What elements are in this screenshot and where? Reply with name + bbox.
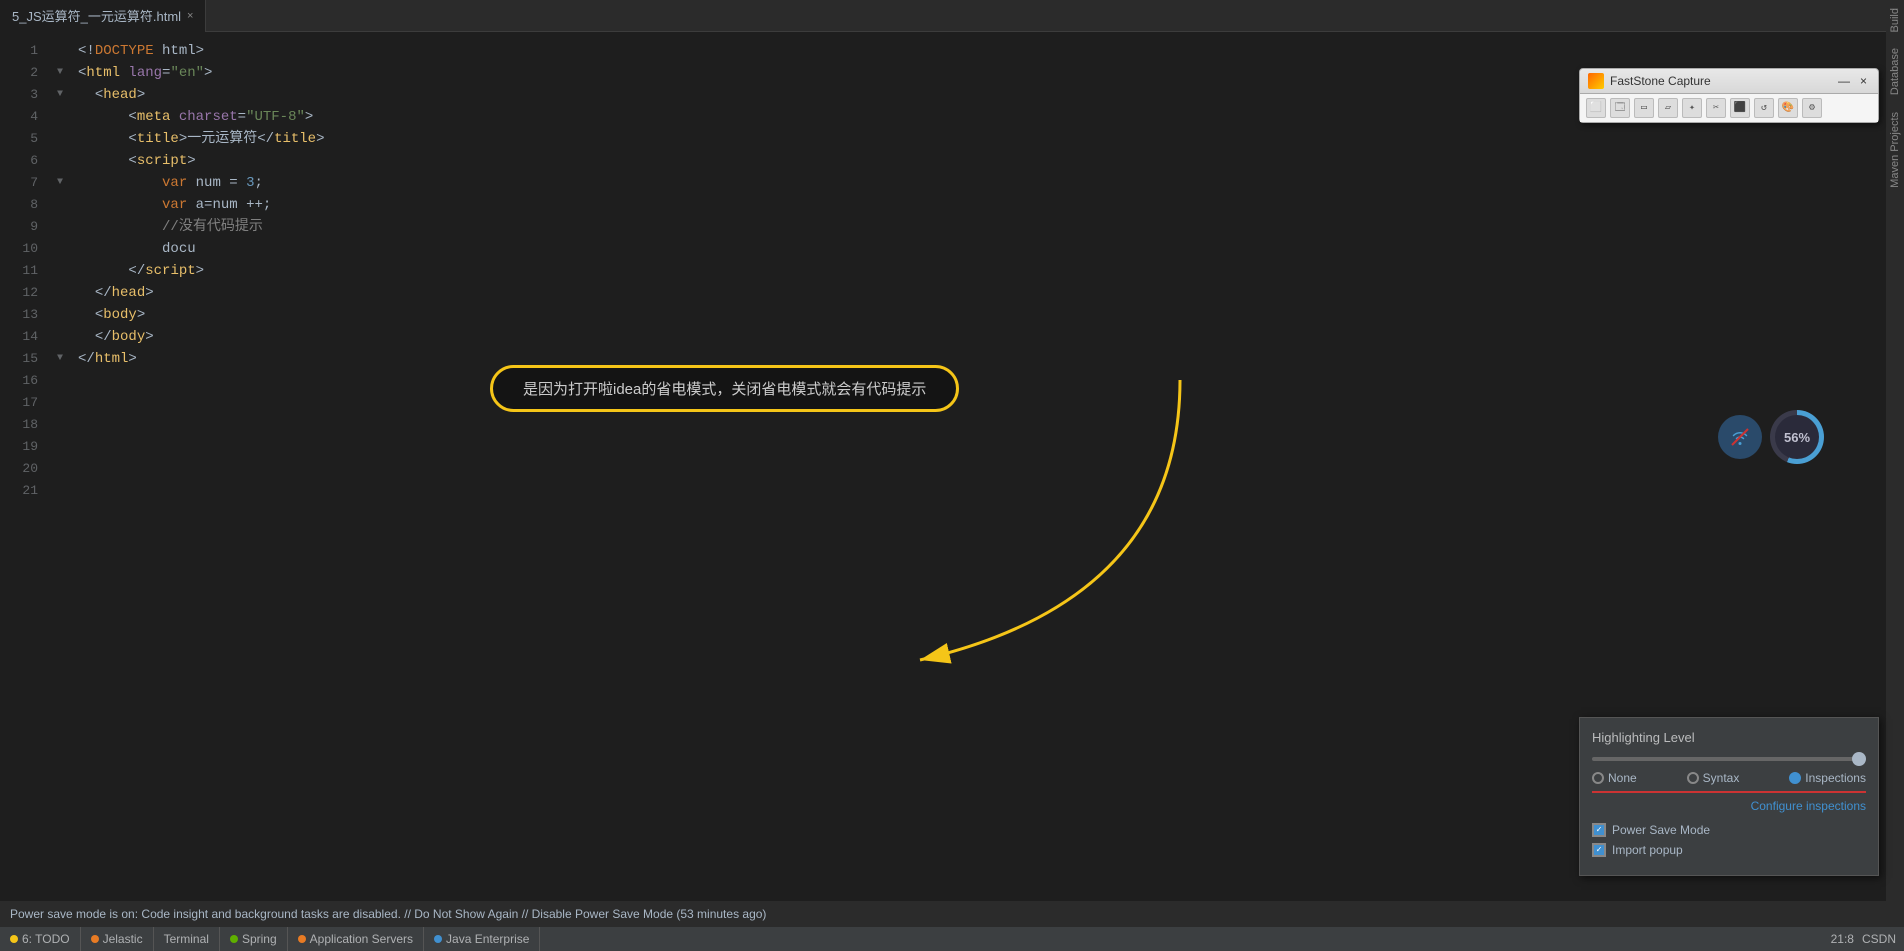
fs-tool-1[interactable]: ⬜: [1586, 98, 1606, 118]
status-terminal-label: Terminal: [164, 932, 209, 946]
status-right-area: 21:8 CSDN: [1831, 932, 1904, 946]
tab-label: 5_JS运算符_一元运算符.html: [12, 6, 181, 25]
code-line-21: </html>: [78, 348, 1886, 370]
import-popup-checkbox[interactable]: [1592, 843, 1606, 857]
fs-tool-9[interactable]: 🎨: [1778, 98, 1798, 118]
right-tab-build[interactable]: Build: [1887, 0, 1903, 40]
code-line-15: </script>: [78, 260, 1886, 282]
right-tab-maven[interactable]: Maven Projects: [1887, 104, 1903, 196]
slider-thumb[interactable]: [1852, 752, 1866, 766]
faststone-window: FastStone Capture — × ⬜ 🗔 ▭ ▱ ✦ ✂ ⬛ ↺ 🎨 …: [1579, 68, 1879, 123]
hl-inspections-radio[interactable]: [1789, 772, 1801, 784]
jelastic-dot: [91, 935, 99, 943]
code-line-10: var a=num ++;: [78, 194, 1886, 216]
java-enterprise-dot: [434, 935, 442, 943]
app-servers-dot: [298, 935, 306, 943]
fs-tool-5[interactable]: ✦: [1682, 98, 1702, 118]
fs-tool-2[interactable]: 🗔: [1610, 98, 1630, 118]
battery-percent: 56%: [1775, 415, 1819, 459]
fs-tool-6[interactable]: ✂: [1706, 98, 1726, 118]
cursor-position: 21:8: [1831, 932, 1854, 946]
annotation-bubble: 是因为打开啦idea的省电模式，关闭省电模式就会有代码提示: [490, 365, 959, 412]
status-spring[interactable]: Spring: [220, 927, 288, 951]
hl-none-label: None: [1608, 771, 1637, 785]
info-bar: Power save mode is on: Code insight and …: [0, 901, 1904, 927]
hl-syntax-radio[interactable]: [1687, 772, 1699, 784]
hl-none-option[interactable]: None: [1592, 771, 1637, 785]
status-java-enterprise[interactable]: Java Enterprise: [424, 927, 540, 951]
tab-bar: 5_JS运算符_一元运算符.html ×: [0, 0, 1886, 32]
status-todo-label: 6: TODO: [22, 932, 70, 946]
wifi-icon: [1718, 415, 1762, 459]
right-tab-database[interactable]: Database: [1887, 40, 1903, 103]
import-popup-label: Import popup: [1612, 843, 1683, 857]
fs-tool-4[interactable]: ▱: [1658, 98, 1678, 118]
code-line-5: <title>一元运算符</title>: [78, 128, 1886, 150]
hl-active-underline: [1592, 791, 1866, 793]
faststone-title-bar[interactable]: FastStone Capture — ×: [1580, 69, 1878, 94]
import-popup-row: Import popup: [1592, 843, 1866, 857]
tab-close-button[interactable]: ×: [187, 10, 193, 22]
configure-inspections-link[interactable]: Configure inspections: [1592, 799, 1866, 813]
status-app-servers-label: Application Servers: [310, 932, 413, 946]
hl-inspections-option[interactable]: Inspections: [1789, 771, 1866, 785]
power-save-checkbox[interactable]: [1592, 823, 1606, 837]
active-tab[interactable]: 5_JS运算符_一元运算符.html ×: [0, 0, 206, 32]
hl-syntax-option[interactable]: Syntax: [1687, 771, 1740, 785]
todo-dot: [10, 935, 18, 943]
faststone-minimize-button[interactable]: —: [1835, 74, 1853, 88]
highlighting-title: Highlighting Level: [1592, 730, 1866, 745]
power-save-row: Power Save Mode: [1592, 823, 1866, 837]
status-todo[interactable]: 6: TODO: [0, 927, 81, 951]
faststone-app-icon: [1588, 73, 1604, 89]
power-save-label: Power Save Mode: [1612, 823, 1710, 837]
code-line-20: </body>: [78, 326, 1886, 348]
code-line-18: <body>: [78, 304, 1886, 326]
battery-indicator: 56%: [1770, 410, 1824, 464]
code-line-17: </head>: [78, 282, 1886, 304]
status-bar: 6: TODO Jelastic Terminal Spring Applica…: [0, 927, 1904, 951]
code-line-12: //没有代码提示: [78, 216, 1886, 238]
wifi-battery-area: 56%: [1718, 410, 1824, 464]
status-spring-label: Spring: [242, 932, 277, 946]
status-app-servers[interactable]: Application Servers: [288, 927, 424, 951]
highlighting-options: None Syntax Inspections: [1592, 771, 1866, 785]
faststone-title-label: FastStone Capture: [1610, 74, 1711, 88]
right-sidebar: Build Database Maven Projects: [1886, 0, 1904, 951]
status-jelastic[interactable]: Jelastic: [81, 927, 154, 951]
fold-gutter: ▼ ▼ ▼ ▼: [50, 32, 70, 951]
bubble-text: 是因为打开啦idea的省电模式，关闭省电模式就会有代码提示: [490, 365, 959, 412]
faststone-close-button[interactable]: ×: [1857, 74, 1870, 88]
status-jelastic-label: Jelastic: [103, 932, 143, 946]
hl-syntax-label: Syntax: [1703, 771, 1740, 785]
status-java-enterprise-label: Java Enterprise: [446, 932, 529, 946]
code-line-7: <script>: [78, 150, 1886, 172]
status-terminal[interactable]: Terminal: [154, 927, 220, 951]
line-numbers: 1 2 3 4 5 6 7 8 9 10 11 12 13 14 15 16 1…: [0, 32, 50, 951]
info-text: Power save mode is on: Code insight and …: [10, 907, 766, 921]
fs-tool-3[interactable]: ▭: [1634, 98, 1654, 118]
fs-tool-7[interactable]: ⬛: [1730, 98, 1750, 118]
fs-tool-8[interactable]: ↺: [1754, 98, 1774, 118]
code-line-9: var num = 3;: [78, 172, 1886, 194]
highlighting-slider[interactable]: [1592, 757, 1866, 761]
highlighting-level-popup[interactable]: Highlighting Level None Syntax Inspectio…: [1579, 717, 1879, 876]
fs-tool-10[interactable]: ⚙: [1802, 98, 1822, 118]
hl-none-radio[interactable]: [1592, 772, 1604, 784]
spring-dot: [230, 935, 238, 943]
faststone-toolbar: ⬜ 🗔 ▭ ▱ ✦ ✂ ⬛ ↺ 🎨 ⚙: [1580, 94, 1878, 122]
code-line-1: <!DOCTYPE html>: [78, 40, 1886, 62]
hl-inspections-label: Inspections: [1805, 771, 1866, 785]
code-line-13: docu: [78, 238, 1886, 260]
encoding-label: CSDN: [1862, 932, 1896, 946]
